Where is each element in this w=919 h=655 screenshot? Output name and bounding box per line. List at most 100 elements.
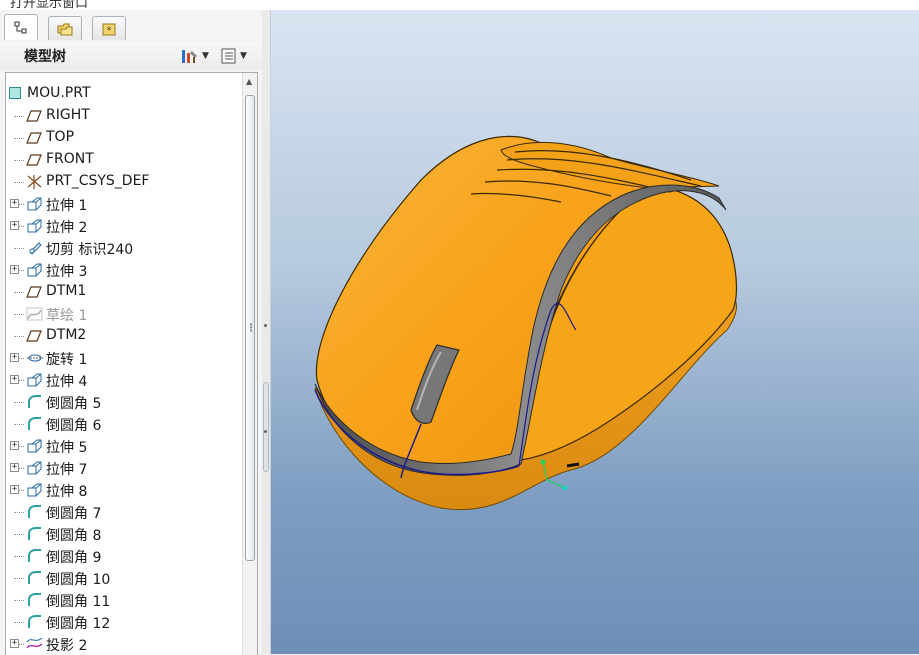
revolve-icon [26,350,44,366]
tree-connector [14,424,24,425]
datum-plane-icon [26,328,44,344]
expand-icon[interactable]: + [10,463,19,472]
tree-connector [14,512,24,513]
mouse-model[interactable] [271,10,919,654]
tree-item[interactable]: + 拉伸 8 [6,479,238,501]
tree-item[interactable]: + 拉伸 4 [6,369,238,391]
tree-connector [14,160,24,161]
tree-connector [14,292,24,293]
tree-item[interactable]: 倒圆角 8 [6,523,238,545]
favorites-tab[interactable]: * [92,16,126,40]
tree-connector [19,358,24,359]
expand-icon[interactable]: + [10,485,19,494]
model-tree-header: 模型树 ▼ ▼ [0,42,262,70]
tree-item-label: 倒圆角 7 [46,506,102,522]
extrude-icon [26,218,44,234]
expand-icon[interactable]: + [10,199,19,208]
tree-connector [14,314,24,315]
tree-item[interactable]: 倒圆角 11 [6,589,238,611]
tree-item[interactable]: PRT_CSYS_DEF [6,171,238,193]
tree-item[interactable]: 草绘 1 [6,303,238,325]
tree-item-label: 切剪 标识240 [46,242,134,258]
tree-connector [19,468,24,469]
splitter-handle[interactable] [263,382,269,472]
tree-item-label: 投影 2 [46,638,88,654]
extrude-icon [26,482,44,498]
tree-item[interactable]: + 拉伸 3 [6,259,238,281]
scroll-up-arrow-icon[interactable]: ▲ [246,77,252,86]
chevron-down-icon: ▼ [202,51,209,61]
tree-item-label: 草绘 1 [46,308,88,324]
datum-plane-icon [26,108,44,124]
tree-show-button[interactable]: ▼ [220,46,247,66]
expand-icon[interactable]: + [10,221,19,230]
cut-icon [26,240,44,256]
datum-plane-icon [26,130,44,146]
model-tree-icon [14,21,27,33]
round-icon [26,394,44,410]
panel-splitter[interactable] [262,10,271,654]
tree-item-label: RIGHT [46,107,90,123]
graphics-window[interactable] [271,10,919,654]
expand-icon[interactable]: + [10,265,19,274]
tree-item[interactable]: + 拉伸 1 [6,193,238,215]
tree-settings-icon [182,50,197,63]
tree-root-item[interactable]: MOU.PRT [6,83,238,105]
tree-item[interactable]: 倒圆角 9 [6,545,238,567]
tree-item[interactable]: DTM2 [6,325,238,347]
tree-item-label: 倒圆角 9 [46,550,102,566]
tree-item-label: 倒圆角 11 [46,594,111,610]
tree-connector [14,534,24,535]
tree-item[interactable]: DTM1 [6,281,238,303]
expand-icon[interactable]: + [10,353,19,362]
tree-item[interactable]: TOP [6,127,238,149]
project-icon [26,636,44,652]
tree-item[interactable]: 倒圆角 12 [6,611,238,633]
tree-settings-button[interactable]: ▼ [180,46,209,66]
model-tree: MOU.PRT RIGHT TOP FRONT PRT_CSYS_DEF + 拉伸 1 + 拉伸… [5,72,258,655]
tree-item[interactable]: 切剪 标识240 [6,237,238,259]
round-icon [26,526,44,542]
tree-connector [19,380,24,381]
tree-connector [19,226,24,227]
expand-icon[interactable]: + [10,639,19,648]
tree-connector [14,578,24,579]
tree-item[interactable]: RIGHT [6,105,238,127]
tree-item-label: DTM1 [46,283,87,299]
tree-item-label: 倒圆角 10 [46,572,111,588]
tree-item-label: PRT_CSYS_DEF [46,173,150,189]
tree-item[interactable]: + 拉伸 7 [6,457,238,479]
tree-item[interactable]: + 拉伸 5 [6,435,238,457]
expand-icon[interactable]: + [10,441,19,450]
tree-connector [19,644,24,645]
tree-item-label: 倒圆角 12 [46,616,111,632]
extrude-icon [26,438,44,454]
tree-item[interactable]: 倒圆角 6 [6,413,238,435]
extrude-icon [26,196,44,212]
tree-item-label: 拉伸 1 [46,198,88,214]
tree-scrollbar[interactable]: ▲ • • • [242,73,257,655]
tree-item-label: 拉伸 8 [46,484,88,500]
expand-icon[interactable]: + [10,375,19,384]
navigator-panel: * 模型树 ▼ ▼ MOU.PRT RIGHT TOP FRONT PRT_CS… [0,10,263,655]
favorites-icon: * [102,23,116,36]
tree-item-label: FRONT [46,151,94,167]
tree-item[interactable]: + 投影 2 [6,633,238,655]
tree-item[interactable]: FRONT [6,149,238,171]
tree-connector [14,402,24,403]
tree-item[interactable]: 倒圆角 7 [6,501,238,523]
tree-item-label: 倒圆角 5 [46,396,102,412]
tree-item[interactable]: + 拉伸 2 [6,215,238,237]
tree-connector [14,248,24,249]
tree-connector [14,556,24,557]
folder-browser-tab[interactable] [48,16,82,40]
round-icon [26,592,44,608]
tree-connector [14,138,24,139]
model-tree-tab[interactable] [4,14,38,40]
tree-item[interactable]: 倒圆角 10 [6,567,238,589]
extrude-icon [26,460,44,476]
scroll-thumb[interactable]: • • • [245,95,255,561]
tree-item[interactable]: + 旋转 1 [6,347,238,369]
tree-item[interactable]: 倒圆角 5 [6,391,238,413]
folder-icon [57,23,73,35]
